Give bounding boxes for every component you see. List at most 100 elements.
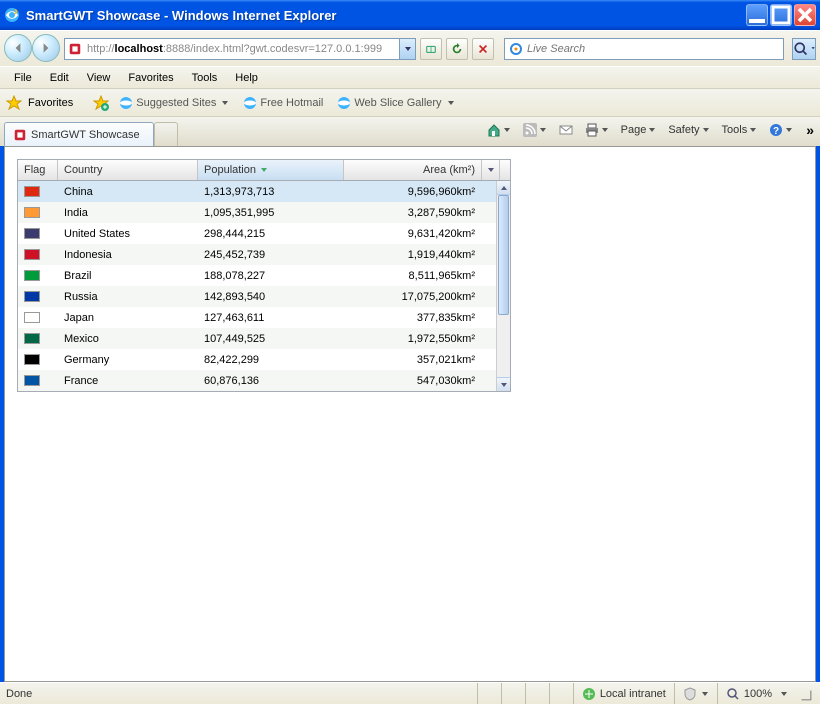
cell-population: 298,444,215 [198,228,344,240]
cell-population: 82,422,299 [198,354,344,366]
ie-small-icon [337,96,351,110]
grid-body: China1,313,973,7139,596,960km²India1,095… [18,181,510,391]
table-row[interactable]: Indonesia245,452,7391,919,440km² [18,244,496,265]
window-titlebar: SmartGWT Showcase - Windows Internet Exp… [0,0,820,30]
close-button[interactable] [794,4,816,26]
table-row[interactable]: Russia142,893,54017,075,200km² [18,286,496,307]
cell-population: 1,095,351,995 [198,207,344,219]
cell-population: 60,876,136 [198,375,344,387]
compat-view-button[interactable] [420,38,442,60]
cell-area: 547,030km² [344,375,482,387]
add-favorite-icon[interactable] [93,95,109,111]
cell-country: Indonesia [58,249,198,261]
menu-help[interactable]: Help [227,70,266,86]
favorites-label[interactable]: Favorites [28,97,73,109]
cell-country: United States [58,228,198,240]
table-row[interactable]: Brazil188,078,2278,511,965km² [18,265,496,286]
table-row[interactable]: France60,876,136547,030km² [18,370,496,391]
feeds-button[interactable] [520,121,550,139]
page-menu[interactable]: Page [618,122,660,138]
minimize-button[interactable] [746,4,768,26]
stop-button[interactable] [472,38,494,60]
tab-active[interactable]: SmartGWT Showcase [4,122,154,146]
forward-button[interactable] [32,34,60,62]
table-row[interactable]: Mexico107,449,5251,972,550km² [18,328,496,349]
cell-flag [18,291,58,302]
table-row[interactable]: United States298,444,2159,631,420km² [18,223,496,244]
status-text: Done [6,688,477,700]
table-row[interactable]: Japan127,463,611377,835km² [18,307,496,328]
tab-strip: SmartGWT Showcase Page Safety Tools ? » [0,116,820,146]
scroll-up-button[interactable] [497,181,510,195]
cell-area: 377,835km² [344,312,482,324]
site-icon [68,42,82,56]
home-button[interactable] [484,121,514,139]
safety-menu[interactable]: Safety [665,122,712,138]
menu-favorites[interactable]: Favorites [120,70,181,86]
read-mail-button[interactable] [556,121,576,139]
cell-flag [18,186,58,197]
print-icon [585,123,599,137]
cell-area: 1,919,440km² [344,249,482,261]
favlink-suggested-sites[interactable]: Suggested Sites [115,94,233,112]
cell-country: Russia [58,291,198,303]
search-input[interactable] [527,43,783,55]
cell-flag [18,207,58,218]
cell-area: 357,021km² [344,354,482,366]
new-tab-button[interactable] [154,122,178,146]
url-text[interactable]: http://localhost:8888/index.html?gwt.cod… [85,42,399,56]
col-menu[interactable] [482,160,500,180]
zoom-level[interactable]: 100% [717,683,796,704]
table-row[interactable]: China1,313,973,7139,596,960km² [18,181,496,202]
search-bar[interactable] [504,38,784,60]
favlink-web-slice-gallery[interactable]: Web Slice Gallery [333,94,458,112]
menu-bar: File Edit View Favorites Tools Help [0,66,820,88]
address-dropdown[interactable] [399,39,415,59]
cell-area: 17,075,200km² [344,291,482,303]
cell-country: Germany [58,354,198,366]
cell-country: Mexico [58,333,198,345]
back-button[interactable] [4,34,32,62]
cell-area: 9,596,960km² [344,186,482,198]
print-button[interactable] [582,121,612,139]
cell-flag [18,375,58,386]
grid-scrollbar[interactable] [496,181,510,391]
status-bar: Done Local intranet 100% [0,682,820,704]
resize-grip[interactable] [796,683,814,704]
favlink-free-hotmail[interactable]: Free Hotmail [239,94,327,112]
search-go-button[interactable] [792,38,816,60]
cell-population: 1,313,973,713 [198,186,344,198]
window-title: SmartGWT Showcase - Windows Internet Exp… [26,8,746,23]
scroll-down-button[interactable] [497,377,510,391]
security-zone[interactable]: Local intranet [573,683,674,704]
protected-mode[interactable] [674,683,717,704]
col-country[interactable]: Country [58,160,198,180]
toolbar-overflow-icon[interactable]: » [806,122,814,138]
cell-flag [18,333,58,344]
menu-tools[interactable]: Tools [184,70,226,86]
col-population[interactable]: Population [198,160,344,180]
ie-small-icon [119,96,133,110]
cell-flag [18,354,58,365]
zoom-icon [726,687,740,701]
cell-population: 245,452,739 [198,249,344,261]
cell-flag [18,228,58,239]
shield-icon [683,687,697,701]
address-bar[interactable]: http://localhost:8888/index.html?gwt.cod… [64,38,416,60]
table-row[interactable]: Germany82,422,299357,021km² [18,349,496,370]
menu-file[interactable]: File [6,70,40,86]
cell-country: Japan [58,312,198,324]
table-row[interactable]: India1,095,351,9953,287,590km² [18,202,496,223]
favorites-star-icon[interactable] [6,95,22,111]
tools-menu[interactable]: Tools [719,122,761,138]
scroll-thumb[interactable] [498,195,509,315]
col-flag[interactable]: Flag [18,160,58,180]
ie-icon [4,7,20,23]
cell-area: 9,631,420km² [344,228,482,240]
menu-view[interactable]: View [79,70,119,86]
menu-edit[interactable]: Edit [42,70,77,86]
help-button[interactable]: ? [766,121,796,139]
refresh-button[interactable] [446,38,468,60]
maximize-button[interactable] [770,4,792,26]
col-area[interactable]: Area (km²) [344,160,482,180]
